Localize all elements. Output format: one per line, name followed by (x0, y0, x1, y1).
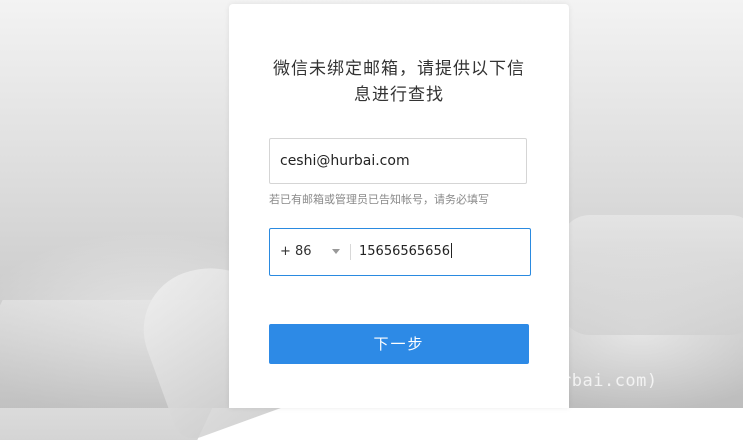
dialog-title: 微信未绑定邮箱，请提供以下信 息进行查找 (267, 56, 531, 108)
email-value: ceshi@hurbai.com (280, 153, 410, 169)
next-step-button[interactable]: 下一步 (269, 324, 529, 364)
email-field[interactable]: ceshi@hurbai.com (269, 138, 527, 184)
phone-field[interactable]: + 86 15656565656 (269, 228, 531, 276)
background-object (560, 215, 743, 335)
field-divider (350, 244, 351, 260)
dialog-title-line1: 微信未绑定邮箱，请提供以下信 (273, 59, 525, 79)
phone-input[interactable]: 15656565656 (359, 229, 452, 275)
chevron-down-icon[interactable] (332, 249, 340, 254)
watermark: @大灰hurbai (www.hurbai.com) (365, 371, 658, 391)
lookup-dialog: 微信未绑定邮箱，请提供以下信 息进行查找 ceshi@hurbai.com 若已… (229, 4, 569, 408)
phone-value: 15656565656 (359, 244, 450, 259)
country-code-select[interactable]: + 86 (280, 229, 312, 275)
text-cursor (450, 243, 452, 258)
email-hint: 若已有邮箱或管理员已告知帐号，请务必填写 (269, 193, 489, 206)
dialog-title-line2: 息进行查找 (354, 85, 444, 105)
